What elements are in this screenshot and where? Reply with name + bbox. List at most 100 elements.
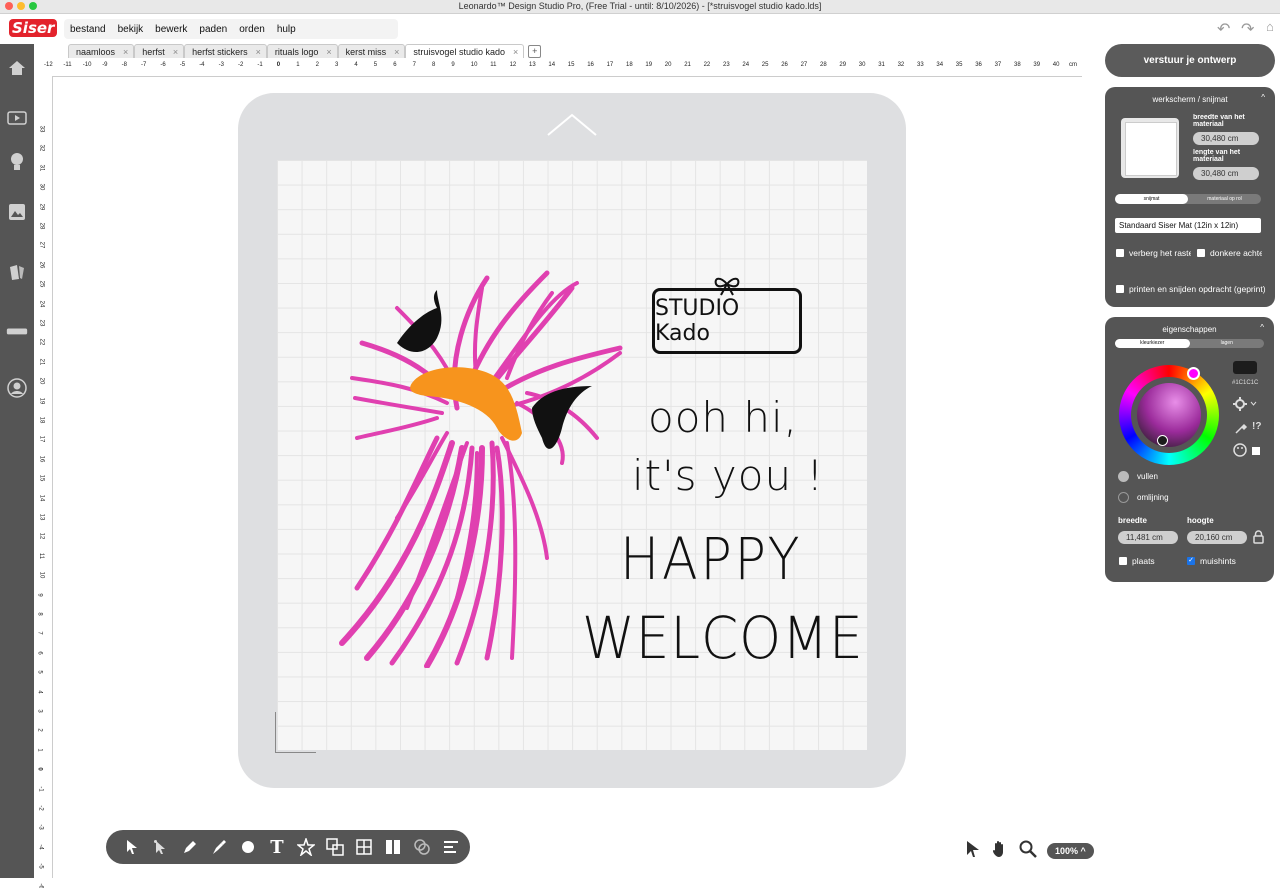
material-length-input[interactable]: 30,480 cm xyxy=(1193,167,1259,180)
tab-herfst[interactable]: herfst × xyxy=(134,44,185,59)
close-icon[interactable]: × xyxy=(513,47,518,57)
pencil-icon[interactable] xyxy=(180,837,200,857)
radio-dot[interactable] xyxy=(1118,492,1129,503)
home-icon[interactable] xyxy=(6,58,28,78)
ruler-tick-label: 27 xyxy=(38,242,45,249)
fill-radio[interactable]: vullen xyxy=(1118,471,1158,482)
text-ooh-hi[interactable]: ooh hi, xyxy=(648,393,798,442)
studio-kado-box[interactable]: STUDIO Kado xyxy=(652,288,802,354)
columns-icon[interactable] xyxy=(383,837,403,857)
redo-icon[interactable]: ↷ xyxy=(1241,19,1254,39)
close-icon[interactable]: × xyxy=(326,47,331,57)
ruler-tick-label: 14 xyxy=(548,62,556,68)
current-color-swatch[interactable] xyxy=(1233,361,1257,374)
checkbox-box[interactable]: ✓ xyxy=(1187,557,1195,565)
tab-rituals-logo[interactable]: rituals logo × xyxy=(266,44,338,59)
segment-kleurkiezer[interactable]: kleurkiezer xyxy=(1115,339,1190,348)
checkbox-box[interactable] xyxy=(1116,249,1124,257)
zoom-search-icon[interactable] xyxy=(1019,840,1037,861)
help-icon[interactable]: !? xyxy=(1252,421,1261,432)
dark-background-checkbox[interactable]: donkere achtergrond xyxy=(1197,248,1262,258)
menu-paden[interactable]: paden xyxy=(199,24,227,35)
menu-bekijk[interactable]: bekijk xyxy=(118,24,144,35)
mousehints-checkbox[interactable]: ✓ muishints xyxy=(1187,556,1236,566)
lock-icon[interactable] xyxy=(1253,530,1264,547)
align-icon[interactable] xyxy=(441,837,461,857)
close-icon[interactable]: × xyxy=(394,47,399,57)
home-icon[interactable]: ⌂ xyxy=(1266,19,1274,34)
combine-shapes-icon[interactable] xyxy=(325,837,345,857)
ruler-tick-label: 18 xyxy=(38,416,45,424)
ruler-tick-label: 23 xyxy=(723,62,730,68)
pointer-icon[interactable] xyxy=(965,840,981,861)
undo-icon[interactable]: ↶ xyxy=(1217,19,1230,39)
place-checkbox[interactable]: plaats xyxy=(1119,556,1155,566)
hex-value[interactable]: #1C1C1C xyxy=(1232,380,1258,386)
menu-hulp[interactable]: hulp xyxy=(277,24,296,35)
account-icon[interactable] xyxy=(6,378,28,398)
saturation-handle[interactable] xyxy=(1157,435,1168,446)
text-tool-icon[interactable]: T xyxy=(267,837,287,858)
text-happy[interactable]: HAPPY xyxy=(620,525,802,593)
pen-tool-icon[interactable] xyxy=(209,837,229,857)
zoom-level-dropdown[interactable]: 100% ^ xyxy=(1047,842,1094,859)
ruler-tick-label: 17 xyxy=(38,436,45,443)
lightbulb-icon[interactable] xyxy=(6,152,28,172)
select-arrow-icon[interactable] xyxy=(122,837,142,857)
ruler-tick-label: -2 xyxy=(238,62,244,68)
hue-handle[interactable] xyxy=(1187,367,1200,380)
tab-label: herfst xyxy=(142,47,165,57)
color-wheel[interactable] xyxy=(1119,365,1219,465)
tab-herfst-stickers[interactable]: herfst stickers × xyxy=(184,44,267,59)
mat-select[interactable]: Standaard Siser Mat (12in x 12in) xyxy=(1115,218,1261,233)
settings-gear-icon[interactable] xyxy=(1233,397,1257,414)
object-width-input[interactable]: 11,481 cm xyxy=(1118,531,1178,544)
material-width-input[interactable]: 30,480 cm xyxy=(1193,132,1259,145)
ruler-tick-label: 27 xyxy=(800,62,808,68)
image-icon[interactable] xyxy=(6,202,28,222)
tab-naamloos[interactable]: naamloos × xyxy=(68,44,135,59)
close-icon[interactable]: × xyxy=(123,47,128,57)
grid-array-icon[interactable] xyxy=(354,837,374,857)
tab-kerst-miss[interactable]: kerst miss × xyxy=(337,44,406,59)
ruler-tick-label: -1 xyxy=(257,62,263,68)
menu-orden[interactable]: orden xyxy=(239,24,265,35)
weld-icon[interactable] xyxy=(412,837,432,857)
tab-struisvogel-studio-kado[interactable]: struisvogel studio kado × xyxy=(405,44,525,59)
ruler-tick-label: 29 xyxy=(38,203,45,210)
text-its-you[interactable]: it's you ! xyxy=(632,451,824,500)
color-saturation-area[interactable] xyxy=(1137,383,1201,447)
menu-bewerk[interactable]: bewerk xyxy=(155,24,187,35)
send-design-button[interactable]: verstuur je ontwerp xyxy=(1105,44,1275,77)
segment-snijmat[interactable]: snijmat xyxy=(1115,194,1188,204)
close-icon[interactable]: × xyxy=(256,47,261,57)
checkbox-box[interactable] xyxy=(1119,557,1127,565)
circle-shape-icon[interactable] xyxy=(238,837,258,857)
checkbox-label: verberg het raster xyxy=(1129,248,1191,258)
add-tab-button[interactable]: + xyxy=(528,45,542,58)
hand-pan-icon[interactable] xyxy=(991,840,1009,861)
chevron-up-icon[interactable] xyxy=(546,113,598,137)
chevron-up-icon[interactable]: ^ xyxy=(1260,323,1264,332)
outline-radio[interactable]: omlijning xyxy=(1118,492,1169,503)
node-edit-icon[interactable] xyxy=(151,837,171,857)
text-welcome[interactable]: WELCOME xyxy=(582,604,864,672)
cutter-icon[interactable] xyxy=(6,321,28,341)
hide-grid-checkbox[interactable]: verberg het raster xyxy=(1116,248,1191,258)
video-icon[interactable] xyxy=(6,108,28,128)
segment-materiaal-op-rol[interactable]: materiaal op rol xyxy=(1188,194,1261,204)
radio-dot[interactable] xyxy=(1118,471,1129,482)
print-cut-checkbox[interactable]: printen en snijden opdracht (geprint) xyxy=(1116,284,1269,294)
eyedropper-icon[interactable] xyxy=(1234,421,1248,438)
close-icon[interactable]: × xyxy=(173,47,178,57)
checkbox-box[interactable] xyxy=(1197,249,1205,257)
segment-lagen[interactable]: lagen xyxy=(1190,339,1265,348)
checkbox-box[interactable] xyxy=(1116,285,1124,293)
object-height-input[interactable]: 20,160 cm xyxy=(1187,531,1247,544)
library-icon[interactable] xyxy=(6,262,28,282)
chevron-up-icon[interactable]: ^ xyxy=(1261,93,1265,102)
star-shape-icon[interactable] xyxy=(296,837,316,857)
menu-bestand[interactable]: bestand xyxy=(70,24,106,35)
palette-checkbox[interactable] xyxy=(1252,447,1260,455)
palette-icon[interactable] xyxy=(1233,443,1247,460)
